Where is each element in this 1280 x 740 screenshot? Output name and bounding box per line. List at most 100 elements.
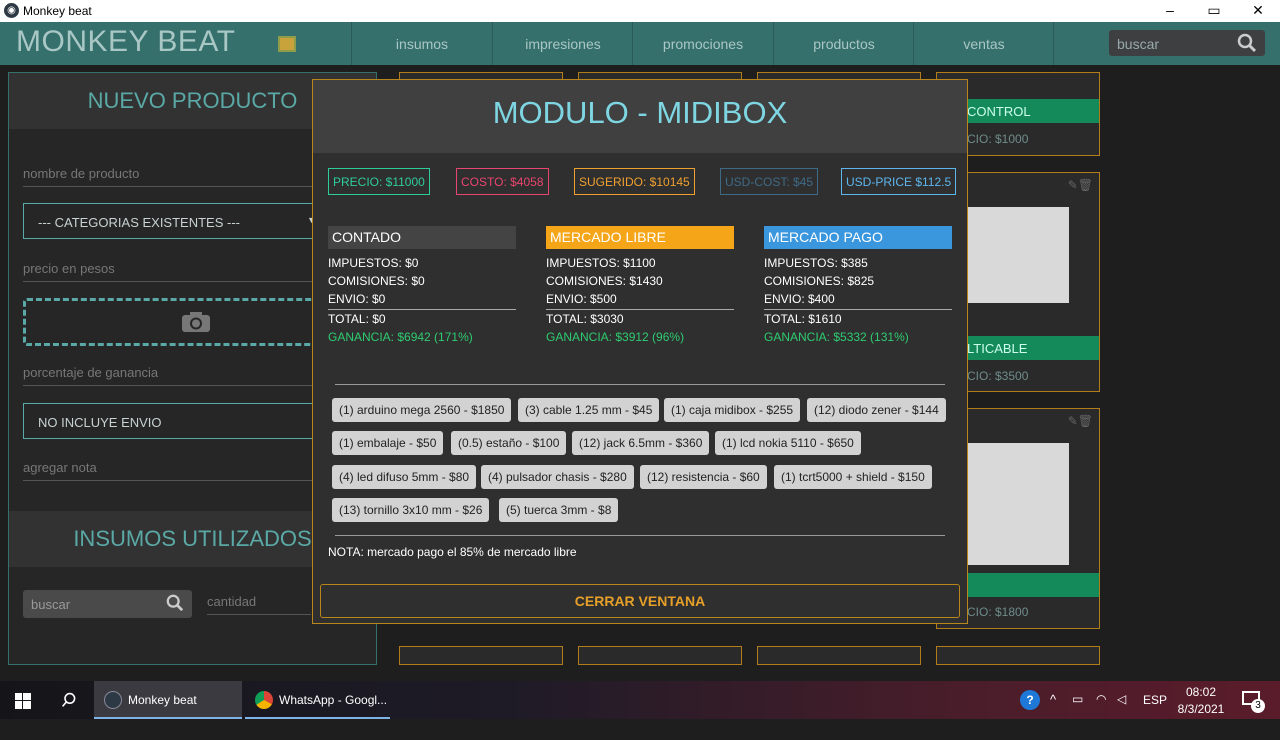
mercado-pago-column: MERCADO PAGO IMPUESTOS: $385 COMISIONES:… (764, 226, 952, 346)
total-value: TOTAL: $0 (328, 309, 516, 328)
product-card-price: CIO: $3500 (967, 369, 1029, 383)
camera-icon (182, 312, 210, 332)
window-title: Monkey beat (23, 4, 92, 18)
search-icon[interactable] (166, 594, 184, 612)
item-chip: (4) pulsador chasis - $280 (481, 465, 634, 489)
help-icon[interactable]: ? (1020, 681, 1042, 719)
item-chip: (1) caja midibox - $255 (664, 398, 801, 422)
nav-ventas[interactable]: ventas (914, 36, 1054, 52)
note-input[interactable]: agregar nota (23, 460, 323, 481)
mercado-libre-column: MERCADO LIBRE IMPUESTOS: $1100 COMISIONE… (546, 226, 734, 346)
edit-delete-icons[interactable]: ✎🗑 (1068, 414, 1093, 428)
item-chip: (4) led difuso 5mm - $80 (332, 465, 477, 489)
window-titlebar: ◉ Monkey beat – ▭ ✕ (0, 0, 1280, 22)
item-chip: (12) jack 6.5mm - $360 (572, 431, 710, 455)
profit-value: GANANCIA: $5332 (131%) (764, 330, 909, 344)
start-button[interactable] (0, 681, 46, 719)
category-select[interactable]: --- CATEGORIAS EXISTENTES ---▼ (23, 203, 323, 239)
notifications-icon[interactable]: 3 (1240, 681, 1266, 719)
placeholder-image-icon (967, 207, 1069, 303)
edit-delete-icons[interactable]: ✎🗑 (1068, 178, 1093, 192)
nav-promociones[interactable]: promociones (633, 36, 773, 52)
notification-count: 3 (1251, 699, 1265, 713)
category-value: --- CATEGORIAS EXISTENTES --- (38, 215, 240, 230)
taskbar-app-monkey-beat[interactable]: Monkey beat (94, 681, 242, 719)
item-chip: (1) embalaje - $50 (332, 431, 444, 455)
search-input[interactable]: buscar (1109, 30, 1265, 56)
total-value: TOTAL: $1610 (764, 309, 952, 328)
item-chip: (12) resistencia - $60 (640, 465, 767, 489)
search-icon[interactable] (1237, 33, 1257, 53)
shipping-select[interactable]: NO INCLUYE ENVIO (23, 403, 323, 439)
item-chip: (0.5) estaño - $100 (451, 431, 567, 455)
item-chip: (1) lcd nokia 5110 - $650 (715, 431, 861, 455)
nav-insumos[interactable]: insumos (352, 36, 492, 52)
insumos-search-placeholder: buscar (31, 597, 71, 612)
placeholder-image-icon (967, 443, 1069, 565)
product-name-input[interactable]: nombre de producto (23, 166, 323, 187)
taxes-value: IMPUESTOS: $0 (328, 256, 419, 270)
taskbar-search-button[interactable] (46, 681, 92, 719)
profit-value: GANANCIA: $6942 (171%) (328, 330, 473, 344)
price-tag: PRECIO: $11000 (328, 168, 430, 195)
search-placeholder: buscar (1117, 36, 1160, 52)
chrome-icon (255, 691, 273, 709)
close-window-button[interactable]: ✕ (1236, 0, 1280, 22)
column-header: MERCADO LIBRE (546, 226, 734, 249)
minimize-button[interactable]: – (1148, 0, 1192, 22)
item-chip: (12) diodo zener - $144 (807, 398, 946, 422)
taxes-value: IMPUESTOS: $1100 (546, 256, 656, 270)
product-card-price: CIO: $1800 (967, 605, 1029, 619)
product-card[interactable] (578, 646, 742, 665)
brand-title[interactable]: MONKEY BEAT (16, 25, 235, 59)
item-chip: (1) tcrt5000 + shield - $150 (774, 465, 932, 489)
shipping-value: ENVIO: $0 (328, 292, 386, 306)
quantity-input[interactable]: cantidad (207, 594, 311, 615)
column-header: CONTADO (328, 226, 516, 249)
app-logo-icon (104, 691, 122, 709)
item-chip: (1) arduino mega 2560 - $1850 (332, 398, 512, 422)
profit-percent-input[interactable]: porcentaje de ganancia (23, 365, 323, 386)
search-icon (61, 692, 76, 707)
top-navbar: MONKEY BEAT insumos impresiones promocio… (0, 22, 1280, 65)
nav-divider (1053, 22, 1054, 65)
tray-overflow-icon[interactable]: ^ (1050, 692, 1064, 730)
close-modal-button[interactable]: CERRAR VENTANA (320, 584, 960, 618)
product-card[interactable] (757, 646, 921, 665)
nav-productos[interactable]: productos (774, 36, 914, 52)
maximize-button[interactable]: ▭ (1192, 0, 1236, 22)
product-card-price: CIO: $1000 (967, 132, 1029, 146)
taskbar-app-whatsapp[interactable]: WhatsApp - Googl... (245, 681, 390, 719)
item-chip: (3) cable 1.25 mm - $45 (518, 398, 660, 422)
item-chip: (13) tornillo 3x10 mm - $26 (332, 498, 490, 522)
product-card[interactable] (936, 646, 1100, 665)
profit-value: GANANCIA: $3912 (96%) (546, 330, 685, 344)
shipping-value: ENVIO: $500 (546, 292, 617, 306)
price-input[interactable]: precio en pesos (23, 261, 323, 282)
column-header: MERCADO PAGO (764, 226, 952, 249)
app-logo-icon: ◉ (4, 3, 19, 18)
battery-icon[interactable]: ▭ (1072, 692, 1090, 730)
wifi-icon[interactable]: ◠ (1096, 692, 1114, 730)
nav-impresiones[interactable]: impresiones (493, 36, 633, 52)
windows-logo-icon (15, 693, 31, 709)
suggested-tag: SUGERIDO: $10145 (574, 168, 695, 195)
commissions-value: COMISIONES: $1430 (546, 274, 663, 288)
insumos-search-input[interactable]: buscar (23, 590, 192, 618)
taxes-value: IMPUESTOS: $385 (764, 256, 868, 270)
windows-taskbar: Monkey beat WhatsApp - Googl... ? ^ ▭ ◠ … (0, 681, 1280, 719)
modal-title: MODULO - MIDIBOX (313, 80, 967, 153)
clock-date[interactable]: 8/3/2021 (1174, 702, 1228, 740)
volume-icon[interactable]: ◁ (1117, 692, 1135, 730)
image-upload-area[interactable] (23, 298, 323, 346)
product-card[interactable] (399, 646, 563, 665)
usd-price-tag: USD-PRICE $112.5 (841, 168, 957, 195)
commissions-value: COMISIONES: $0 (328, 274, 425, 288)
total-value: TOTAL: $3030 (546, 309, 734, 328)
cost-tag: COSTO: $4058 (456, 168, 549, 195)
shipping-value: ENVIO: $400 (764, 292, 835, 306)
taskbar-app-label: Monkey beat (128, 693, 197, 707)
language-indicator[interactable]: ESP (1143, 693, 1169, 731)
brand-image-icon (278, 36, 296, 52)
divider (335, 384, 945, 385)
